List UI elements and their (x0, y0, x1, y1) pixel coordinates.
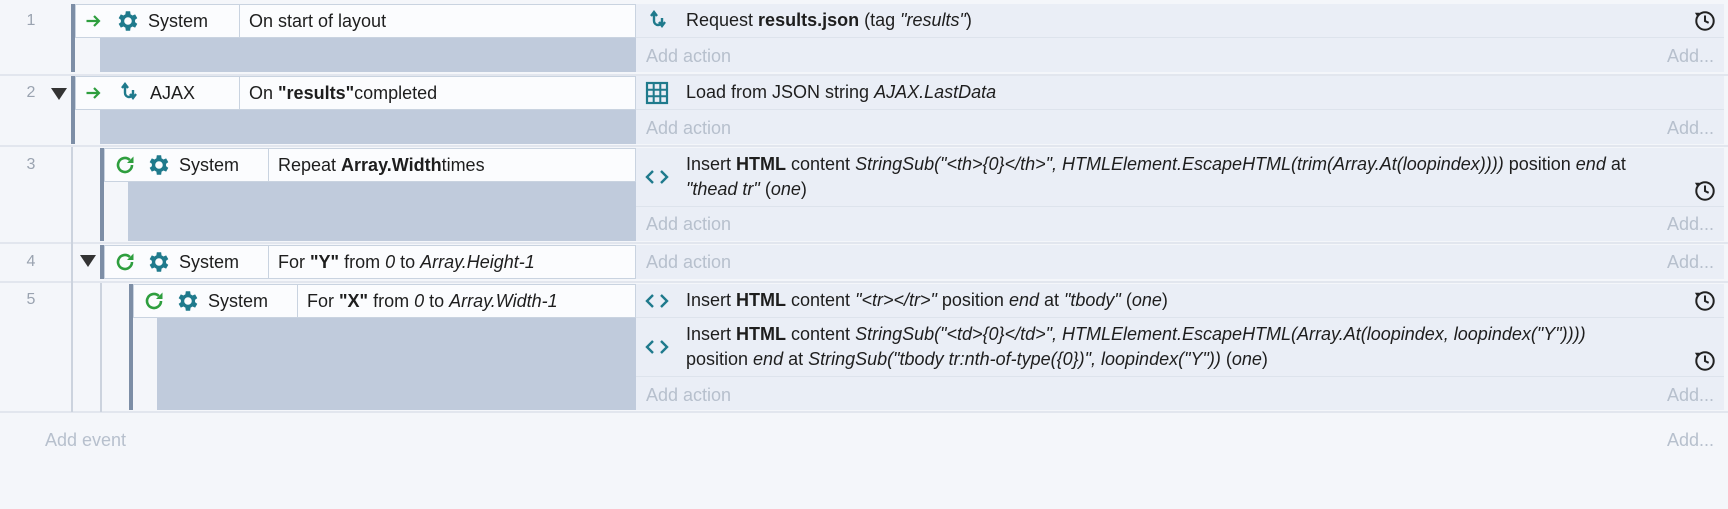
condition-text: For "Y" from 0 to Array.Height-1 (268, 246, 635, 278)
collapse-toggle-event-2[interactable] (51, 88, 67, 100)
object-name: System (179, 251, 240, 272)
event-number-4: 4 (26, 253, 36, 270)
condition-text: For "X" from 0 to Array.Width-1 (297, 285, 635, 317)
add-event-link[interactable]: Add event (45, 430, 126, 451)
gear-icon (114, 8, 140, 34)
tree-line (71, 147, 73, 412)
loop-icon (142, 289, 166, 313)
action-row[interactable]: Request results.json (tag "results") (636, 4, 1724, 38)
gear-icon (145, 249, 171, 275)
action-row[interactable]: Load from JSON string AJAX.LastData (636, 76, 1724, 110)
object-name: System (179, 154, 240, 175)
add-more-link[interactable]: Add... (1667, 46, 1714, 67)
gear-icon (174, 288, 200, 314)
condition-event-1[interactable]: System On start of layout (75, 4, 636, 38)
add-action-link[interactable]: Add action (646, 252, 731, 273)
condition-text: On start of layout (239, 5, 635, 37)
add-more-link[interactable]: Add... (1667, 214, 1714, 235)
loop-icon (113, 153, 137, 177)
add-more-link[interactable]: Add... (1667, 252, 1714, 273)
action-text: Insert HTML content "<tr></tr>" position… (686, 290, 1168, 310)
action-text: Insert HTML content StringSub("<td>{0}</… (686, 324, 1586, 369)
add-more-link[interactable]: Add... (1667, 385, 1714, 406)
code-brackets-icon (644, 164, 670, 190)
event-number-2: 2 (26, 84, 36, 101)
event-number-5: 5 (26, 291, 36, 308)
clock-icon (1694, 350, 1716, 372)
condition-fill (100, 110, 636, 144)
ajax-icon (116, 81, 140, 105)
clock-icon (1694, 180, 1716, 202)
object-name: System (208, 290, 269, 311)
add-more-link[interactable]: Add... (1667, 118, 1714, 139)
event-number-1: 1 (26, 12, 36, 29)
condition-text: Repeat Array.Width times (268, 149, 635, 181)
loop-icon (113, 250, 137, 274)
condition-fill (100, 38, 636, 72)
add-action-link[interactable]: Add action (646, 46, 731, 67)
condition-event-3[interactable]: System Repeat Array.Width times (104, 148, 636, 182)
object-name: System (148, 10, 209, 31)
code-brackets-icon (644, 288, 670, 314)
ajax-icon (644, 8, 670, 34)
arrow-right-icon (84, 83, 104, 103)
code-brackets-icon (644, 334, 670, 360)
collapse-toggle-event-4[interactable] (80, 255, 96, 267)
gear-icon (145, 152, 171, 178)
add-action-link[interactable]: Add action (646, 118, 731, 139)
event-number-3: 3 (26, 156, 36, 173)
condition-text: On "results" completed (239, 77, 635, 109)
condition-event-5[interactable]: System For "X" from 0 to Array.Width-1 (133, 284, 636, 318)
clock-icon (1694, 290, 1716, 312)
action-text: Request results.json (tag "results") (686, 10, 972, 30)
action-row[interactable]: Insert HTML content "<tr></tr>" position… (636, 284, 1724, 318)
condition-event-4[interactable]: System For "Y" from 0 to Array.Height-1 (104, 245, 636, 279)
action-text: Load from JSON string AJAX.LastData (686, 82, 997, 102)
condition-event-2[interactable]: AJAX On "results" completed (75, 76, 636, 110)
condition-fill (128, 182, 636, 241)
tree-line (100, 283, 102, 412)
object-name: AJAX (150, 82, 196, 103)
action-row[interactable]: Insert HTML content StringSub("<td>{0}</… (636, 318, 1724, 377)
add-more-link[interactable]: Add... (1667, 430, 1714, 451)
action-row[interactable]: Insert HTML content StringSub("<th>{0}</… (636, 148, 1724, 207)
actions-event-4 (636, 245, 1724, 279)
grid-icon (644, 80, 670, 106)
arrow-right-icon (84, 11, 104, 31)
action-text: Insert HTML content StringSub("<th>{0}</… (686, 154, 1626, 199)
condition-fill (157, 318, 636, 410)
add-action-link[interactable]: Add action (646, 385, 731, 406)
clock-icon (1694, 10, 1716, 32)
add-action-link[interactable]: Add action (646, 214, 731, 235)
